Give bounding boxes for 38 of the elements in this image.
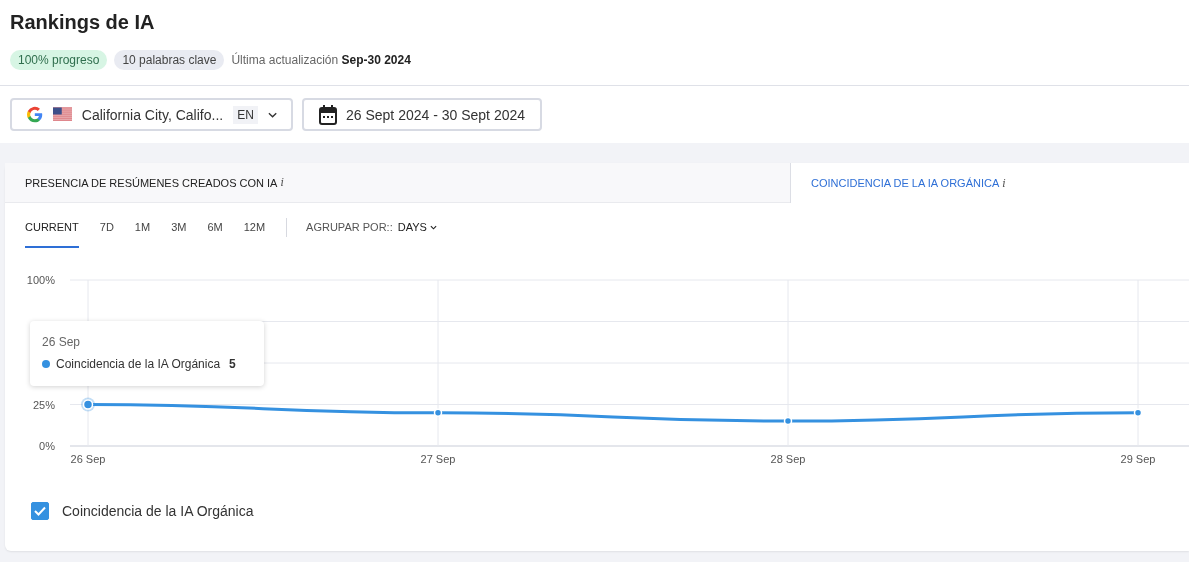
period-tab[interactable]: 12M — [243, 206, 266, 248]
data-point — [783, 416, 793, 426]
location-select[interactable]: California City, Califo... EN — [10, 98, 293, 131]
google-icon — [27, 106, 43, 123]
x-axis-label: 29 Sep — [1120, 453, 1156, 465]
language-tag: EN — [233, 105, 258, 124]
x-axis-label: 28 Sep — [770, 453, 806, 465]
checkbox[interactable] — [31, 502, 49, 520]
period-tab[interactable]: 1M — [134, 206, 151, 248]
calendar-icon — [319, 104, 337, 125]
series-dot — [42, 360, 50, 368]
x-axis-label: 27 Sep — [420, 453, 456, 465]
y-axis-label: 100% — [26, 274, 55, 286]
tooltip-date: 26 Sep — [42, 335, 82, 349]
legend-label: Coincidencia de la IA Orgánica — [62, 503, 254, 519]
x-axis-label: 26 Sep — [70, 453, 106, 465]
group-by-dropdown[interactable]: DAYS — [397, 221, 437, 233]
y-axis-label: 0% — [39, 440, 55, 452]
page-title: Rankings de IA — [10, 10, 156, 35]
group-by-label: AGRUPAR POR:: — [306, 221, 393, 233]
data-point — [1133, 408, 1143, 418]
period-tab[interactable]: 3M — [171, 206, 187, 248]
caret-icon — [429, 224, 437, 230]
chevron-down-icon — [267, 111, 277, 118]
period-tab[interactable]: 7D — [99, 206, 114, 248]
tooltip-value: 5 — [229, 357, 236, 371]
last-update-text: Última actualización Sep-30 2024 — [231, 53, 411, 67]
series-name: Coincidencia de la IA Orgánica — [56, 357, 221, 371]
tab[interactable]: COINCIDENCIA DE LA IA ORGÁNICA i — [790, 163, 1189, 203]
period-tab[interactable]: 6M — [207, 206, 223, 248]
period-tab[interactable]: CURRENT — [25, 206, 79, 248]
status-badge: 10 palabras clave — [114, 50, 225, 70]
tab[interactable]: PRESENCIA DE RESÚMENES CREADOS CON IA i — [5, 163, 790, 203]
us-flag-icon — [52, 107, 72, 122]
y-axis-label: 25% — [32, 398, 55, 411]
status-badge: 100% progreso — [10, 50, 108, 70]
data-point — [433, 408, 443, 418]
date-range-picker[interactable]: 26 Sept 2024 - 30 Sept 2024 — [302, 98, 542, 131]
